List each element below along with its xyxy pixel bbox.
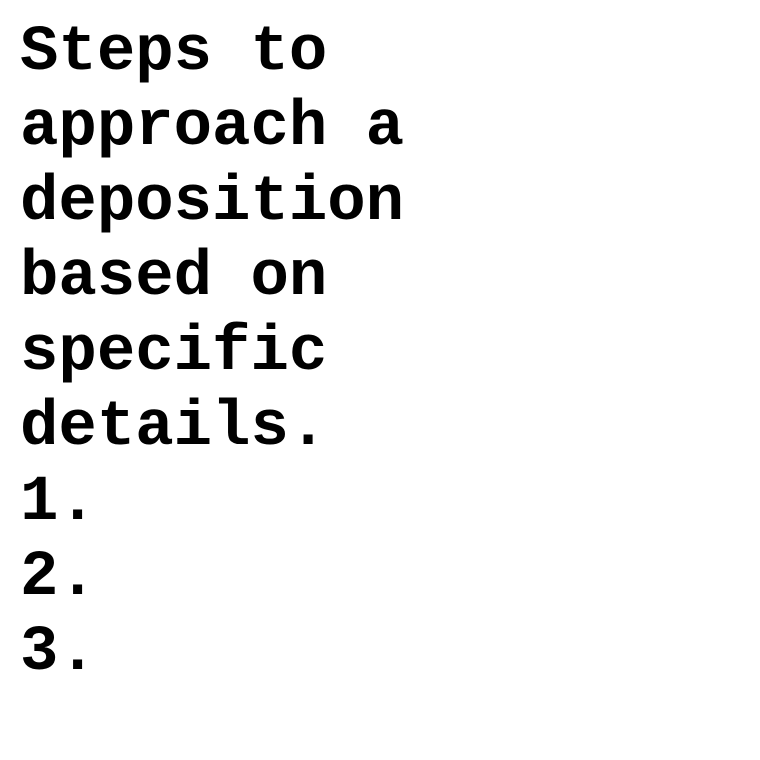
heading-line: approach a — [20, 92, 405, 164]
list-item: 1. — [20, 467, 97, 539]
heading-line: Steps to — [20, 17, 328, 89]
heading-line: specific — [20, 317, 328, 389]
heading-line: details. — [20, 392, 328, 464]
document-body: Steps to approach a deposition based on … — [20, 16, 750, 691]
heading: Steps to approach a deposition based on … — [20, 16, 750, 466]
heading-line: based on — [20, 242, 328, 314]
numbered-list: 1. 2. 3. — [20, 466, 750, 691]
list-item: 2. — [20, 542, 97, 614]
heading-line: deposition — [20, 167, 405, 239]
list-item: 3. — [20, 617, 97, 689]
